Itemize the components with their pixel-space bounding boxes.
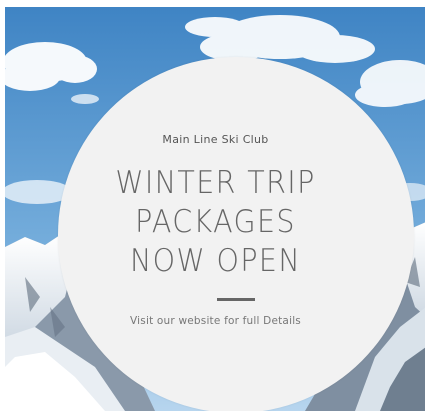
details-text: Visit our website for full Details	[130, 315, 301, 327]
divider-line	[217, 298, 255, 301]
headline-line-1: WINTER TRIP	[115, 165, 316, 201]
headline-line-3: NOW OPEN	[129, 243, 302, 279]
poster-text: Main Line Ski Club WINTER TRIP PACKAGES …	[0, 0, 425, 413]
headline-line-2: PACKAGES	[135, 204, 296, 240]
club-name: Main Line Ski Club	[162, 133, 269, 146]
